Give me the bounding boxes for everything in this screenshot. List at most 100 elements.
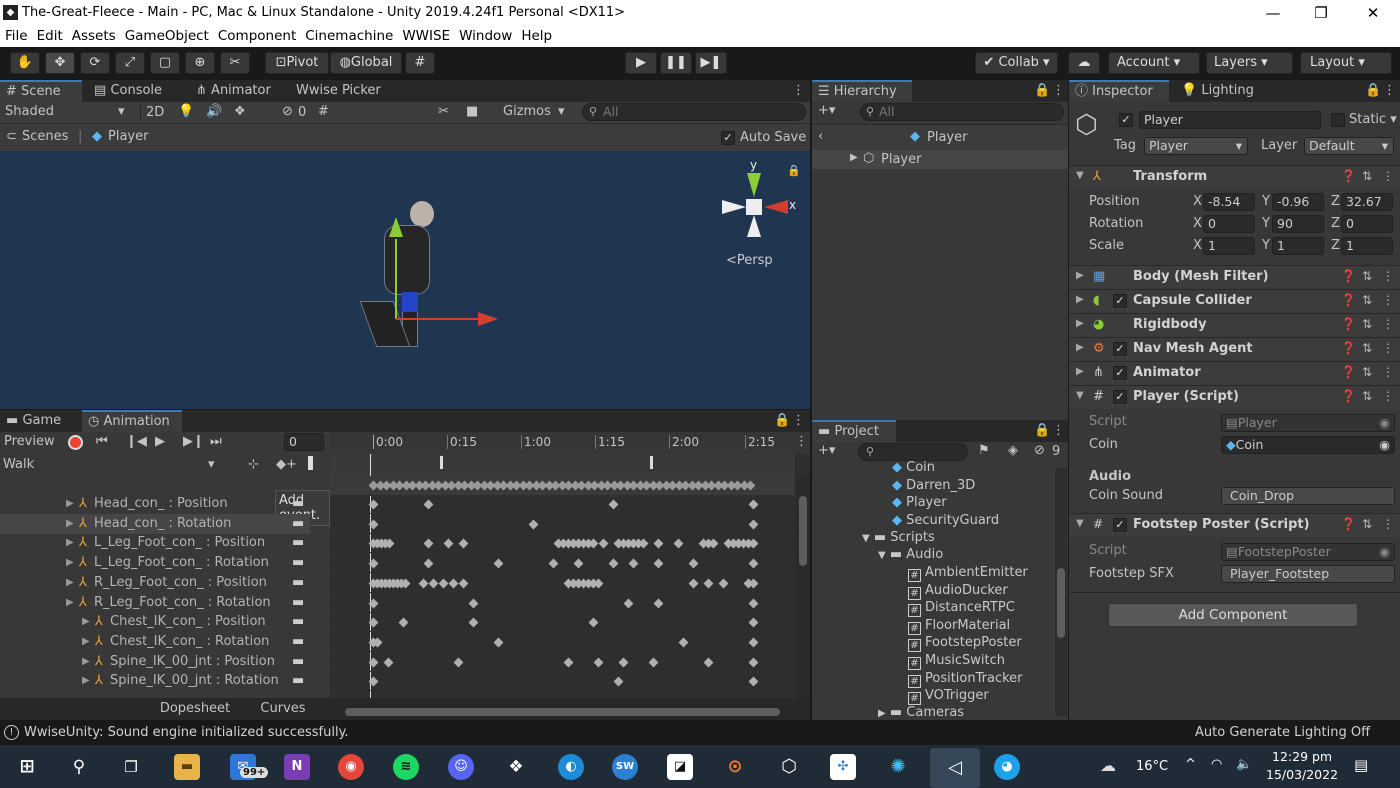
keyframe[interactable] <box>588 617 599 628</box>
preset-icon[interactable]: ⇅ <box>1362 341 1372 355</box>
rotate-tool-icon[interactable]: ⟳ <box>80 52 110 74</box>
property-row[interactable]: ▶ ⅄ R_Leg_Foot_con_ : Rotation ▬ <box>0 593 310 613</box>
keyframe[interactable] <box>623 598 634 608</box>
tab-scene[interactable]: # Scene <box>0 80 82 102</box>
chrome-icon[interactable]: ◉ <box>338 754 364 780</box>
collapse-arrow-icon[interactable]: ▼ <box>862 533 870 544</box>
menu-wwise[interactable]: WWISE <box>397 26 454 44</box>
help-icon[interactable]: ❓ <box>1341 341 1356 355</box>
record-icon[interactable] <box>68 435 83 450</box>
expand-arrow-icon[interactable]: ▶ <box>66 553 74 573</box>
autosave-checkbox[interactable]: ✓ <box>721 131 735 145</box>
project-asset[interactable]: ◆ Player <box>892 494 947 512</box>
weather-icon[interactable]: ☁ <box>1100 756 1116 775</box>
expand-arrow-icon[interactable]: ▶ <box>66 514 74 534</box>
tab-project[interactable]: ▬ Project <box>812 420 896 442</box>
property-row[interactable]: ▶ ⅄ Head_con_ : Position ▬ <box>0 494 310 514</box>
kebab-menu-icon[interactable]: ⋮ <box>1382 389 1394 403</box>
keyframe[interactable] <box>443 538 454 549</box>
keyframe-row[interactable] <box>330 573 795 593</box>
back-arrow-icon[interactable]: ⊂ <box>6 129 17 144</box>
hierarchy-item[interactable]: ▶ ⬡ Player <box>812 150 1068 169</box>
key-options-icon[interactable]: ▬ <box>292 553 304 573</box>
add-keyframe-plus-icon[interactable]: ◆+ <box>276 457 297 472</box>
expand-arrow-icon[interactable]: ▶ <box>1076 270 1084 281</box>
event-track[interactable] <box>330 454 795 476</box>
keyframe[interactable] <box>458 538 469 549</box>
keyframe[interactable] <box>653 558 664 569</box>
scene-viewport[interactable]: y x 🔒 <Persp <box>0 151 810 409</box>
component-header[interactable]: ▶ ◖ ✓ Capsule Collider ❓ ⇅ ⋮ <box>1069 289 1400 313</box>
keyframe[interactable] <box>748 499 759 510</box>
expand-arrow-icon[interactable]: ▶ <box>1076 294 1084 305</box>
expand-arrow-icon[interactable]: ▶ <box>1076 366 1084 377</box>
kebab-menu-icon[interactable]: ⋮ <box>1382 365 1394 379</box>
keyframe[interactable] <box>448 578 459 589</box>
weather-temp[interactable]: 16°C <box>1136 759 1168 774</box>
keyframe[interactable] <box>563 657 574 668</box>
tab-animation[interactable]: ◷ Animation <box>82 410 182 432</box>
expand-arrow-icon[interactable]: ▶ <box>82 652 90 672</box>
lock-icon[interactable]: 🔒 <box>1359 80 1381 102</box>
snap-grid-icon[interactable]: # <box>405 52 435 74</box>
chevron-up-icon[interactable]: ^ <box>1185 757 1196 772</box>
windows-start-icon[interactable]: ⊞ <box>14 754 40 780</box>
keyframe[interactable] <box>745 480 756 491</box>
discord-icon[interactable]: ☺ <box>448 754 474 780</box>
keyframe[interactable] <box>368 676 379 687</box>
static-checkbox[interactable] <box>1331 113 1345 127</box>
kebab-menu-icon[interactable]: ⋮ <box>1046 420 1066 442</box>
kebab-menu-icon[interactable]: ⋮ <box>1382 269 1394 283</box>
minimize-button[interactable]: — <box>1250 0 1296 26</box>
blender-icon[interactable]: ⊙ <box>722 754 748 780</box>
keyframe-row[interactable] <box>330 612 795 633</box>
project-script[interactable]: # VOTrigger <box>908 687 989 706</box>
gizmos-dropdown[interactable]: Gizmos <box>503 104 551 119</box>
key-options-icon[interactable]: ▬ <box>292 612 304 632</box>
next-key-icon[interactable]: ▶❙ <box>183 434 204 449</box>
project-folder[interactable]: ▼ ▬ Audio <box>878 546 943 564</box>
keyframe[interactable] <box>618 657 629 668</box>
keyframe[interactable] <box>628 558 639 569</box>
help-icon[interactable]: ❓ <box>1341 389 1356 403</box>
scale-y-input[interactable]: 1 <box>1272 237 1324 255</box>
component-header[interactable]: ▶ ⋔ ✓ Animator ❓ ⇅ ⋮ <box>1069 361 1400 385</box>
keyframe[interactable] <box>748 657 759 668</box>
collapse-arrow-icon[interactable]: ▼ <box>1076 390 1084 401</box>
target-icon[interactable]: ◉ <box>1379 437 1390 453</box>
breadcrumb-scenes[interactable]: Scenes <box>22 129 68 144</box>
layout-dropdown[interactable]: Layout ▾ <box>1300 52 1392 74</box>
keyframe[interactable] <box>613 676 624 687</box>
keyframe-row[interactable] <box>330 593 795 613</box>
kebab-menu-icon[interactable]: ⋮ <box>1046 80 1066 102</box>
property-row[interactable]: ▶ ⅄ Chest_IK_con_ : Position ▬ <box>0 612 310 632</box>
keyframe[interactable] <box>748 538 759 549</box>
kebab-menu-icon[interactable]: ⋮ <box>1382 517 1394 531</box>
preset-icon[interactable]: ⇅ <box>1362 365 1372 379</box>
keyframe[interactable] <box>453 657 464 668</box>
keyframe[interactable] <box>368 598 379 608</box>
expand-arrow-icon[interactable]: ▶ <box>66 533 74 553</box>
scrollbar-thumb[interactable] <box>799 496 807 566</box>
timeline-ruler[interactable]: 0:00 0:15 1:00 1:15 2:00 2:15 ⋮ <box>330 432 810 454</box>
menu-edit[interactable]: Edit <box>32 26 67 44</box>
keyframe[interactable] <box>748 637 759 648</box>
grid-toggle-icon[interactable]: # <box>318 104 329 119</box>
keyframe[interactable] <box>708 538 719 549</box>
key-options-icon[interactable]: ▬ <box>292 533 304 553</box>
wwise-icon[interactable]: ✺ <box>885 754 911 780</box>
persp-label[interactable]: <Persp <box>726 253 773 268</box>
pause-button[interactable]: ❚❚ <box>660 52 692 74</box>
spotify-icon[interactable]: ≋ <box>393 754 419 780</box>
keyframe[interactable] <box>423 499 434 510</box>
component-header[interactable]: ▼ # ✓ Player (Script) ❓ ⇅ ⋮ <box>1069 385 1400 409</box>
tab-hierarchy[interactable]: ☰ Hierarchy <box>812 80 912 102</box>
keyframe[interactable] <box>588 538 599 549</box>
enabled-checkbox[interactable]: ✓ <box>1113 342 1127 356</box>
keyframe[interactable] <box>368 657 379 668</box>
object-name-input[interactable]: Player <box>1139 111 1321 129</box>
collapse-arrow-icon[interactable]: ▼ <box>1076 518 1084 529</box>
project-folder[interactable]: ▼ ▬ Scripts <box>862 529 935 547</box>
keyframe-row[interactable] <box>330 632 795 652</box>
2d-toggle[interactable]: 2D <box>140 105 164 120</box>
